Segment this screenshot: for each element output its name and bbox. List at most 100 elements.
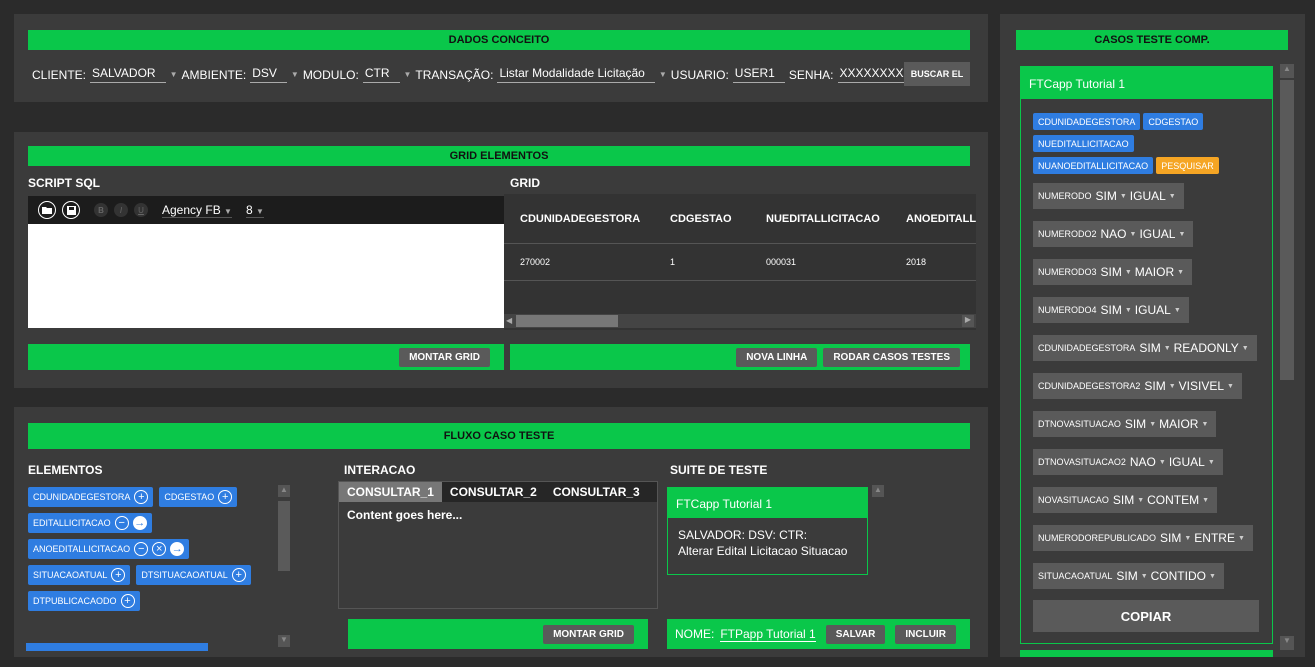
condition-op[interactable]: IGUAL [1139, 227, 1175, 241]
underline-icon[interactable]: U [134, 203, 148, 217]
elementos-vertical-scrollbar[interactable]: ▲ ▼ [278, 485, 292, 653]
condition-flag[interactable]: SIM [1101, 303, 1122, 317]
condition-item[interactable]: NUMERODOREPUBLICADO SIM ▼ ENTRE ▼ [1033, 525, 1253, 551]
plus-circle-icon[interactable]: + [231, 568, 246, 582]
sql-editor-textarea[interactable] [28, 224, 504, 328]
scrollbar-thumb[interactable] [516, 315, 618, 327]
font-size-select[interactable]: 8 ▼ [245, 203, 264, 218]
condition-op[interactable]: CONTIDO [1151, 569, 1206, 583]
scroll-right-arrow[interactable]: ▶ [962, 315, 974, 327]
chevron-down-icon[interactable]: ▼ [1149, 421, 1156, 428]
plus-circle-icon[interactable]: + [218, 490, 233, 504]
condition-item[interactable]: NUMERODO3 SIM ▼ MAIOR ▼ [1033, 259, 1193, 285]
chevron-down-icon[interactable]: ▼ [1174, 307, 1181, 314]
scroll-up-arrow[interactable]: ▲ [1280, 64, 1294, 78]
condition-flag[interactable]: SIM [1125, 417, 1146, 431]
copiar-button[interactable]: COPIAR [1033, 600, 1259, 632]
condition-item[interactable]: NUMERODO4 SIM ▼ IGUAL ▼ [1033, 297, 1189, 323]
field-chip[interactable]: CDUNIDADEGESTORA [1033, 113, 1141, 130]
condition-op[interactable]: MAIOR [1159, 417, 1198, 431]
condition-flag[interactable]: SIM [1139, 341, 1160, 355]
condition-item[interactable]: NUMERODO2 NAO ▼ IGUAL ▼ [1033, 221, 1194, 247]
condition-item[interactable]: NOVASITUACAO SIM ▼ CONTEM ▼ [1033, 487, 1218, 513]
grid-column-header[interactable]: NUEDITALLICITACAO [766, 213, 906, 225]
fluxo-montar-grid-button[interactable]: MONTAR GRID [543, 624, 634, 644]
grid-column-header[interactable]: CDGESTAO [670, 213, 766, 225]
field-value-4[interactable]: USER1 [732, 66, 785, 83]
arrow-right-circle-icon[interactable]: → [170, 542, 185, 556]
grid-horizontal-scrollbar[interactable]: ◀ ▶ [504, 314, 976, 328]
field-chip[interactable]: NUEDITALLICITACAO [1033, 135, 1134, 152]
chevron-down-icon[interactable]: ▼ [1184, 535, 1191, 542]
chevron-down-icon[interactable]: ▼ [1201, 421, 1208, 428]
scrollbar-thumb[interactable] [1280, 80, 1294, 380]
field-value-1[interactable]: DSV [250, 66, 287, 83]
rodar-casos-testes-button[interactable]: RODAR CASOS TESTES [823, 347, 960, 367]
condition-flag[interactable]: NAO [1101, 227, 1127, 241]
minus-circle-icon[interactable]: − [114, 516, 129, 530]
chevron-down-icon[interactable]: ▼ [1130, 231, 1137, 238]
chevron-down-icon[interactable]: ▼ [1141, 573, 1148, 580]
element-chip[interactable]: DTPUBLICACAODO + [28, 591, 140, 611]
condition-item[interactable]: DTNOVASITUACAO SIM ▼ MAIOR ▼ [1033, 411, 1217, 437]
suite-card[interactable]: FTCapp Tutorial 1 SALVADOR: DSV: CTR: Al… [667, 487, 868, 575]
casos-vertical-scrollbar[interactable]: ▲ ▼ [1280, 64, 1294, 650]
chevron-down-icon[interactable]: ▼ [1177, 269, 1184, 276]
chevron-down-icon[interactable]: ▼ [1159, 459, 1166, 466]
nova-linha-button[interactable]: NOVA LINHA [736, 347, 818, 367]
field-chip[interactable]: CDGESTAO [1143, 113, 1204, 130]
plus-circle-icon[interactable]: + [120, 594, 135, 608]
plus-circle-icon[interactable]: + [111, 568, 126, 582]
scrollbar-thumb[interactable] [278, 501, 290, 571]
chevron-down-icon[interactable]: ▼ [291, 70, 299, 79]
tab-consultar_3[interactable]: CONSULTAR_3 [545, 482, 648, 502]
bold-icon[interactable]: B [94, 203, 108, 217]
minus-circle-icon[interactable]: − [134, 542, 149, 556]
save-icon[interactable] [62, 201, 80, 219]
condition-op[interactable]: READONLY [1174, 341, 1239, 355]
condition-flag[interactable]: SIM [1096, 189, 1117, 203]
field-chip[interactable]: NUANOEDITALLICITACAO [1033, 157, 1154, 174]
element-chip[interactable]: EDITALLICITACAO − → [28, 513, 152, 533]
pesquisar-chip[interactable]: PESQUISAR [1156, 157, 1219, 174]
chevron-down-icon[interactable]: ▼ [1178, 231, 1185, 238]
tab-consultar_1[interactable]: CONSULTAR_1 [339, 482, 442, 502]
condition-op[interactable]: ENTRE [1194, 531, 1235, 545]
field-value-2[interactable]: CTR [362, 66, 400, 83]
field-value-0[interactable]: SALVADOR [90, 66, 166, 83]
grid-column-header[interactable]: ANOEDITALLI [906, 213, 976, 225]
buscar-elementos-button[interactable]: BUSCAR EL [904, 62, 970, 86]
chevron-down-icon[interactable]: ▼ [1169, 193, 1176, 200]
condition-flag[interactable]: SIM [1160, 531, 1181, 545]
chevron-down-icon[interactable]: ▼ [1238, 535, 1245, 542]
condition-flag[interactable]: SIM [1113, 493, 1134, 507]
scroll-left-arrow[interactable]: ◀ [506, 316, 512, 325]
table-row[interactable]: 270002 1 000031 2018 [504, 244, 976, 280]
condition-flag[interactable]: NAO [1130, 455, 1156, 469]
chevron-down-icon[interactable]: ▼ [1208, 459, 1215, 466]
suite-vertical-scrollbar[interactable]: ▲ [872, 485, 884, 497]
italic-icon[interactable]: I [114, 203, 128, 217]
condition-op[interactable]: IGUAL [1169, 455, 1205, 469]
chevron-down-icon[interactable]: ▼ [1227, 383, 1234, 390]
scroll-down-arrow[interactable]: ▼ [1280, 636, 1294, 650]
element-chip[interactable]: DTSITUACAOATUAL + [136, 565, 251, 585]
chevron-down-icon[interactable]: ▼ [404, 70, 412, 79]
condition-op[interactable]: IGUAL [1130, 189, 1166, 203]
scroll-down-arrow[interactable]: ▼ [278, 635, 290, 647]
condition-op[interactable]: IGUAL [1135, 303, 1171, 317]
chevron-down-icon[interactable]: ▼ [1202, 497, 1209, 504]
montar-grid-button[interactable]: MONTAR GRID [399, 347, 490, 367]
chevron-down-icon[interactable]: ▼ [1242, 345, 1249, 352]
font-family-select[interactable]: Agency FB ▼ [162, 203, 232, 218]
condition-item[interactable]: NUMERODO SIM ▼ IGUAL ▼ [1033, 183, 1184, 209]
element-chip[interactable]: CDUNIDADEGESTORA + [28, 487, 154, 507]
condition-flag[interactable]: SIM [1101, 265, 1122, 279]
chevron-down-icon[interactable]: ▼ [1120, 193, 1127, 200]
incluir-button[interactable]: INCLUIR [895, 624, 956, 644]
chevron-down-icon[interactable]: ▼ [1125, 307, 1132, 314]
salvar-button[interactable]: SALVAR [825, 624, 886, 644]
grid-column-header[interactable]: CDUNIDADEGESTORA [520, 213, 670, 225]
element-chip[interactable]: SITUACAOATUAL + [28, 565, 131, 585]
chevron-down-icon[interactable]: ▼ [170, 70, 178, 79]
